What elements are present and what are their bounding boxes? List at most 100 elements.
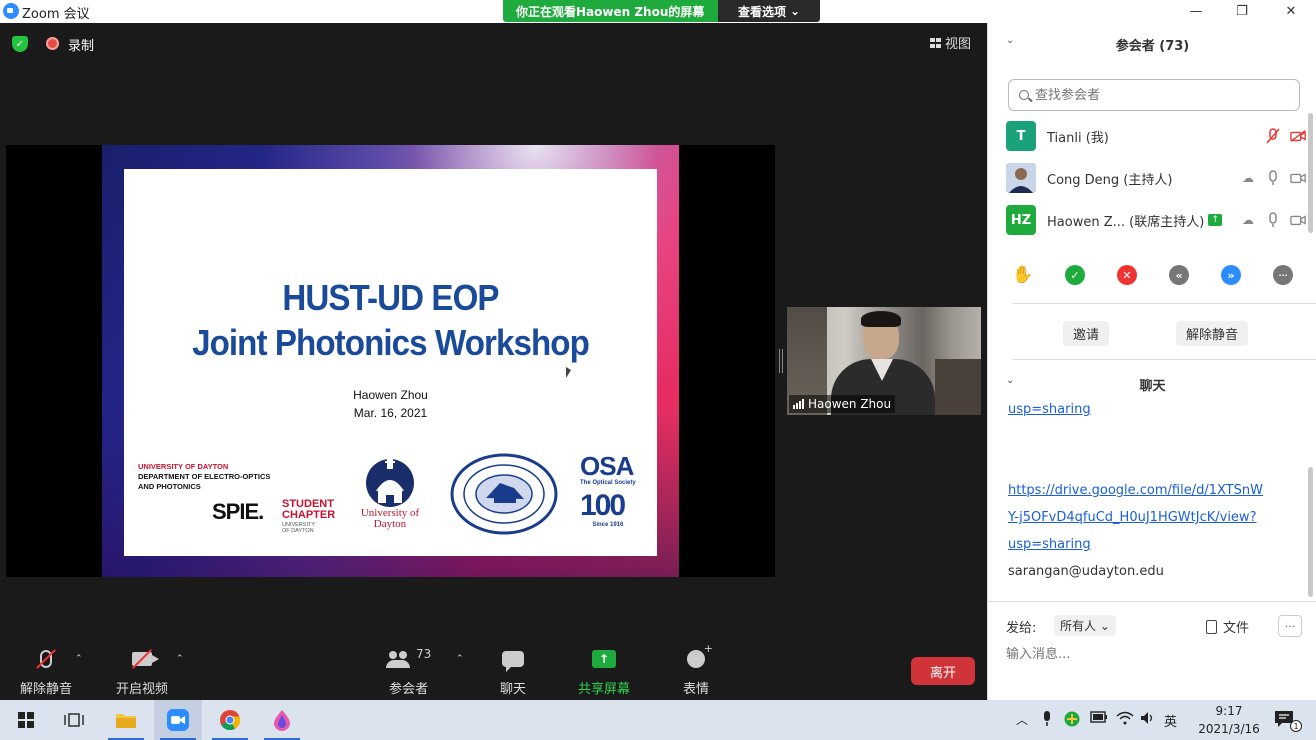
chat-link[interactable]: usp=sharing [1008,531,1298,558]
viewing-share-text: 你正在观看Haowen Zhou的屏幕 [503,0,718,22]
chat-blank [1008,423,1298,450]
slow-down-icon[interactable]: « [1169,265,1189,285]
restore-button[interactable]: ❐ [1219,0,1265,23]
taskbar-zoom[interactable] [154,700,202,740]
divider [1012,303,1316,304]
recording-label[interactable]: 录制 [68,35,94,54]
ud-department-logo: UNIVERSITY OF DAYTON DEPARTMENT OF ELECT… [138,462,270,492]
app-tray-icon[interactable] [1064,711,1080,730]
grid-icon [930,37,941,48]
participants-button[interactable]: 73 参会者 [386,640,431,697]
unmute-me-button[interactable]: 解除静音 [1176,321,1249,346]
chat-more-button[interactable]: ··· [1278,615,1302,637]
chat-button[interactable]: 聊天 [500,640,526,697]
participant-row[interactable]: Cong Deng (主持人) ☁ [1006,162,1306,194]
slide-title-line2: Joint Photonics Workshop [192,322,590,363]
no-icon[interactable]: ✕ [1117,265,1137,285]
chat-link[interactable]: Y-j5OFvD4qfuCd_H0uJ1HGWtJcK/view? [1008,504,1298,531]
drop-app-icon [274,710,290,731]
share-screen-button[interactable]: ↑ 共享屏幕 [578,640,630,697]
task-view-button[interactable] [52,700,96,740]
divider [1012,359,1316,360]
volume-icon[interactable] [1140,711,1156,728]
participant-row[interactable]: HZ Haowen Z... (联席主持人) ↑ ☁ [1006,204,1306,236]
osa-100-text: 100 [580,489,626,522]
avatar: T [1006,121,1036,151]
chat-link[interactable]: usp=sharing [1008,396,1298,423]
participants-count: 73 [416,647,432,661]
participants-options-caret[interactable]: ⌃ [456,654,464,664]
chevron-down-icon: ⌄ [789,4,801,18]
video-name-label: Haowen Zhou [789,395,896,413]
meeting-toolbar: 解除静音 ⌃ 开启视频 ⌃ 73 参会者 ⌃ 聊天 ↑ 共享屏幕 表情 离开 [0,640,987,700]
chrome-icon [220,710,241,731]
shield-icon[interactable]: ✓ [12,36,28,52]
close-button[interactable]: ✕ [1268,0,1314,23]
chat-link[interactable]: https://drive.google.com/file/d/1XTSnW [1008,477,1298,504]
participant-search[interactable] [1008,79,1300,111]
ime-indicator[interactable]: 英 [1164,711,1177,730]
cloud-recording-icon: ☁ [1242,213,1254,227]
invite-button[interactable]: 邀请 [1063,321,1110,346]
video-icon[interactable] [1290,212,1306,228]
video-tile[interactable]: Haowen Zhou [787,307,981,415]
mic-icon[interactable] [1265,170,1281,186]
participants-label: 参会者 [389,682,429,697]
start-video-button[interactable]: 开启视频 [116,640,168,697]
start-button[interactable] [4,700,48,740]
avatar-photo [1006,163,1036,193]
taskbar-file-explorer[interactable] [102,700,150,740]
yes-icon[interactable]: ✓ [1065,265,1085,285]
file-button[interactable]: 文件 [1206,617,1249,636]
send-to-dropdown[interactable]: 所有人 ⌄ [1054,615,1116,636]
screen-share-icon: ↑ [1208,214,1223,226]
osa-subtitle: The Optical Society [580,480,636,486]
spie-logo: SPIE. [212,499,264,524]
speed-up-icon[interactable]: » [1221,265,1241,285]
resize-handle[interactable] [779,349,783,373]
ud-logo-text: University of Dayton [350,508,430,530]
leave-button[interactable]: 离开 [911,657,975,685]
more-feedback-icon[interactable]: ··· [1273,265,1293,285]
wifi-icon[interactable] [1116,711,1134,728]
slide-date: Mar. 16, 2021 [353,406,428,420]
view-options-label: 查看选项 [737,4,786,19]
battery-icon[interactable] [1090,711,1108,726]
slide-background: HUST-UD EOP Joint Photonics Workshop Hao… [102,145,679,577]
windows-taskbar: ︿ 英 9:17 2021/3/16 1 [0,700,1316,740]
spie-sub-line: OF DAYTON [282,528,314,534]
participant-row[interactable]: T Tianli (我) [1006,120,1306,152]
mic-muted-icon[interactable] [1265,128,1281,144]
view-options-button[interactable]: 查看选项 ⌄ [718,0,820,22]
audio-options-caret[interactable]: ⌃ [75,654,83,664]
clock[interactable]: 9:17 2021/3/16 [1190,702,1268,738]
zoom-icon [167,709,189,731]
taskbar-app[interactable] [258,700,306,740]
show-hidden-icons[interactable]: ︿ [1016,711,1028,728]
background-shelf [935,359,981,415]
microphone-icon[interactable] [1042,711,1052,730]
participants-scrollbar[interactable] [1308,113,1313,233]
chat-message-input[interactable] [1006,647,1296,662]
taskbar-chrome[interactable] [206,700,254,740]
chat-scrollbar[interactable] [1308,467,1313,597]
file-label: 文件 [1223,621,1250,636]
participant-status: ☁ [1240,170,1306,186]
reactions-button[interactable]: 表情 [683,640,713,697]
send-to-label: 发给: [1006,621,1037,636]
minimize-button[interactable]: — [1173,0,1219,23]
view-button[interactable]: 视图 [930,33,971,52]
unmute-button[interactable]: 解除静音 [20,640,72,697]
participants-icon: 73 [386,640,431,678]
mic-icon[interactable] [1265,212,1281,228]
video-off-icon [132,640,159,678]
video-off-icon[interactable] [1290,128,1306,144]
file-icon [1206,619,1217,634]
video-icon[interactable] [1290,170,1306,186]
clock-date: 2021/3/16 [1198,722,1260,736]
raise-hand-icon[interactable]: ✋ [1012,265,1033,285]
participant-search-input[interactable] [1035,87,1275,103]
ud-dept-line: AND PHOTONICS [138,482,201,491]
nonverbal-feedback-bar: ✋ ✓ ✕ « » ··· [1012,265,1293,285]
video-options-caret[interactable]: ⌃ [176,654,184,664]
